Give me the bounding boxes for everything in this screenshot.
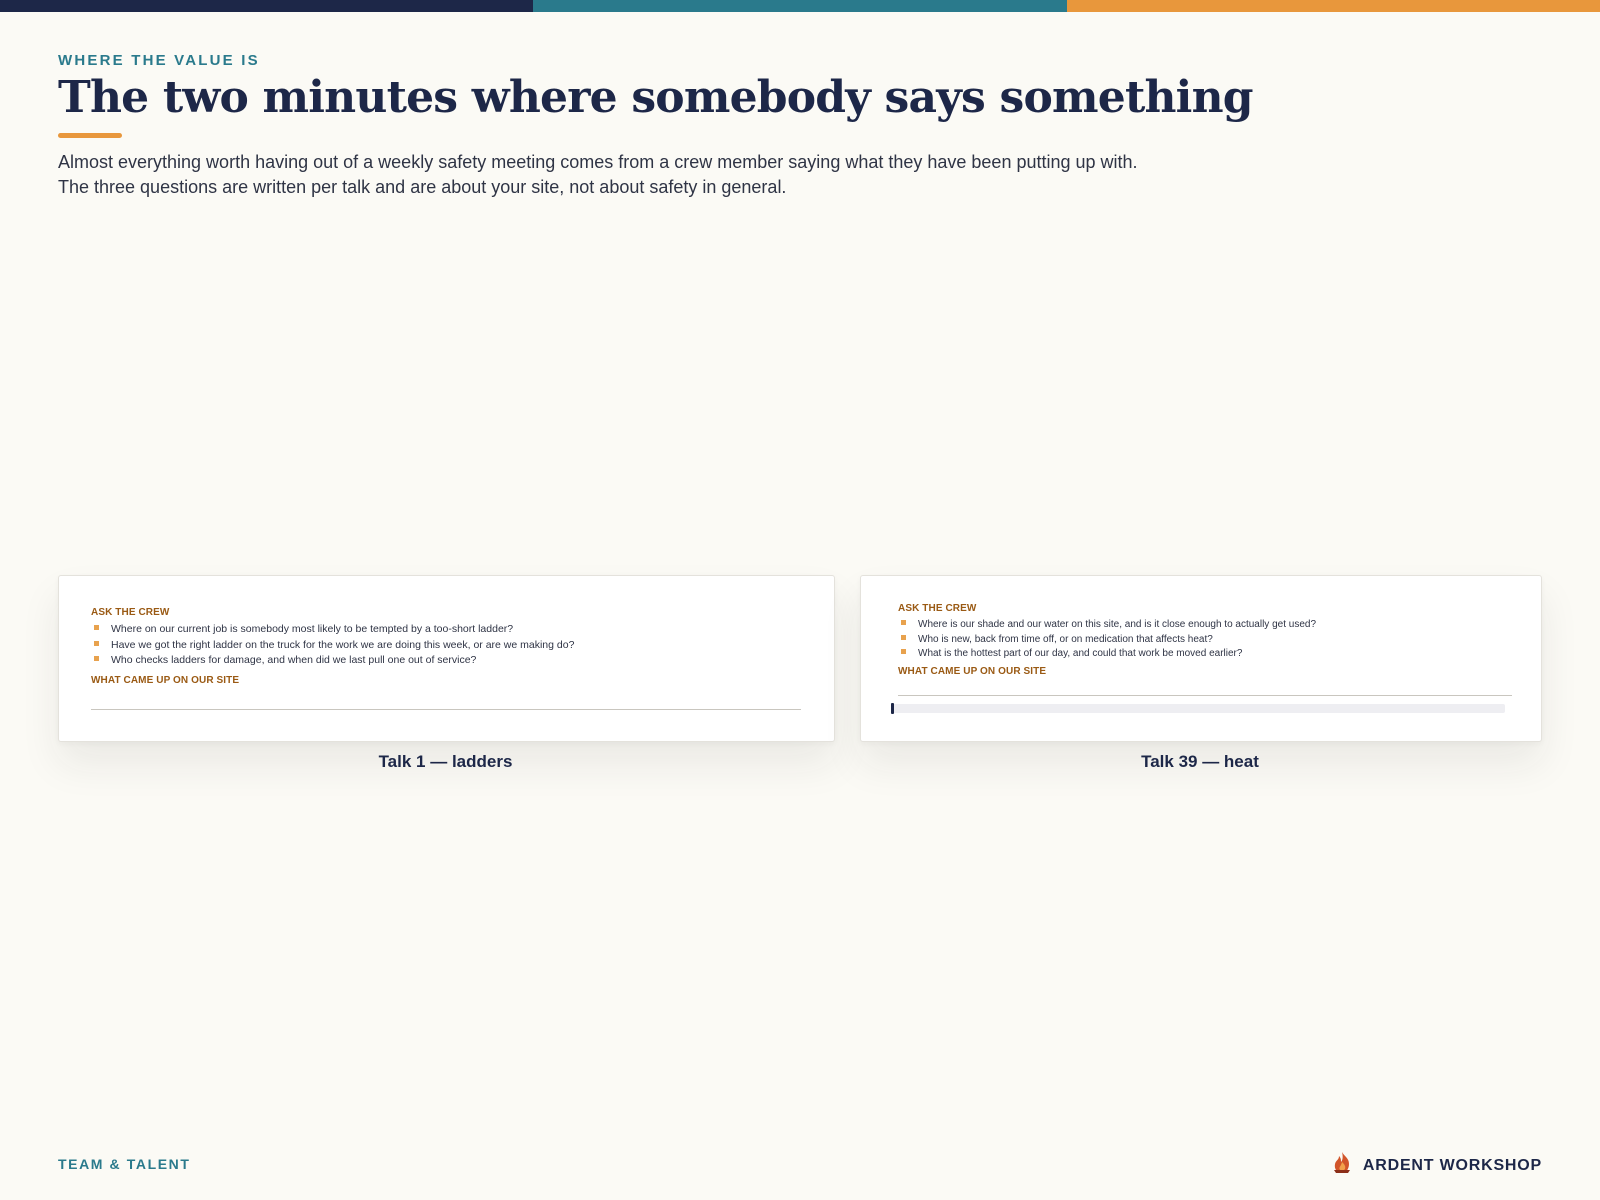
notes-write-line [898,695,1512,696]
talk-card-heat: ASK THE CREW Where is our shade and our … [860,575,1542,742]
title-underline [58,133,122,138]
section-kicker: WHERE THE VALUE IS [58,52,260,69]
page-title: The two minutes where somebody says some… [58,72,1254,123]
notes-write-line [91,709,801,710]
square-bullet-icon [901,620,906,625]
square-bullet-icon [94,625,99,630]
square-bullet-icon [94,656,99,661]
question-item: Who checks ladders for damage, and when … [91,653,574,669]
what-came-up-label: WHAT CAME UP ON OUR SITE [898,666,1047,677]
question-text: Who checks ladders for damage, and when … [111,654,477,666]
question-item: Where on our current job is somebody mos… [91,622,574,638]
footer-section-label: TEAM & TALENT [58,1156,191,1172]
square-bullet-icon [901,634,906,640]
brand-name: ARDENT WORKSHOP [1362,1156,1542,1174]
top-bar-orange-segment [1066,0,1600,12]
question-item: Where is our shade and our water on this… [898,618,1316,633]
question-text: Where on our current job is somebody mos… [111,623,514,635]
card-caption-ladders: Talk 1 — ladders [378,752,513,771]
brand-lockup: ARDENT WORKSHOP [1331,1151,1542,1180]
question-list: Where is our shade and our water on this… [898,618,1316,662]
square-bullet-icon [901,649,906,654]
intro-line-1: Almost everything worth having out of a … [58,152,1138,172]
question-list: Where on our current job is somebody mos… [91,622,574,669]
question-text: What is the hottest part of our day, and… [918,648,1243,659]
progress-bar-track [891,703,1505,714]
what-came-up-label: WHAT CAME UP ON OUR SITE [91,675,240,686]
question-item: Have we got the right ladder on the truc… [91,638,574,654]
top-bar-navy-segment [0,0,534,12]
top-color-bar [0,0,1600,12]
square-bullet-icon [94,640,99,646]
ask-the-crew-label: ASK THE CREW [91,607,170,618]
card-caption-heat: Talk 39 — heat [1141,752,1259,771]
intro-line-2: The three questions are written per talk… [58,177,787,197]
flame-logo-icon [1331,1151,1353,1180]
question-text: Who is new, back from time off, or on me… [918,633,1213,645]
ask-the-crew-label: ASK THE CREW [898,603,977,614]
talk-card-ladders: ASK THE CREW Where on our current job is… [58,575,835,742]
top-bar-teal-segment [533,0,1067,12]
intro-paragraph: Almost everything worth having out of a … [58,150,1358,200]
question-item: What is the hottest part of our day, and… [898,647,1316,662]
question-item: Who is new, back from time off, or on me… [898,633,1316,648]
question-text: Have we got the right ladder on the truc… [111,638,575,651]
question-text: Where is our shade and our water on this… [918,619,1317,630]
progress-bar-fill [891,703,894,714]
